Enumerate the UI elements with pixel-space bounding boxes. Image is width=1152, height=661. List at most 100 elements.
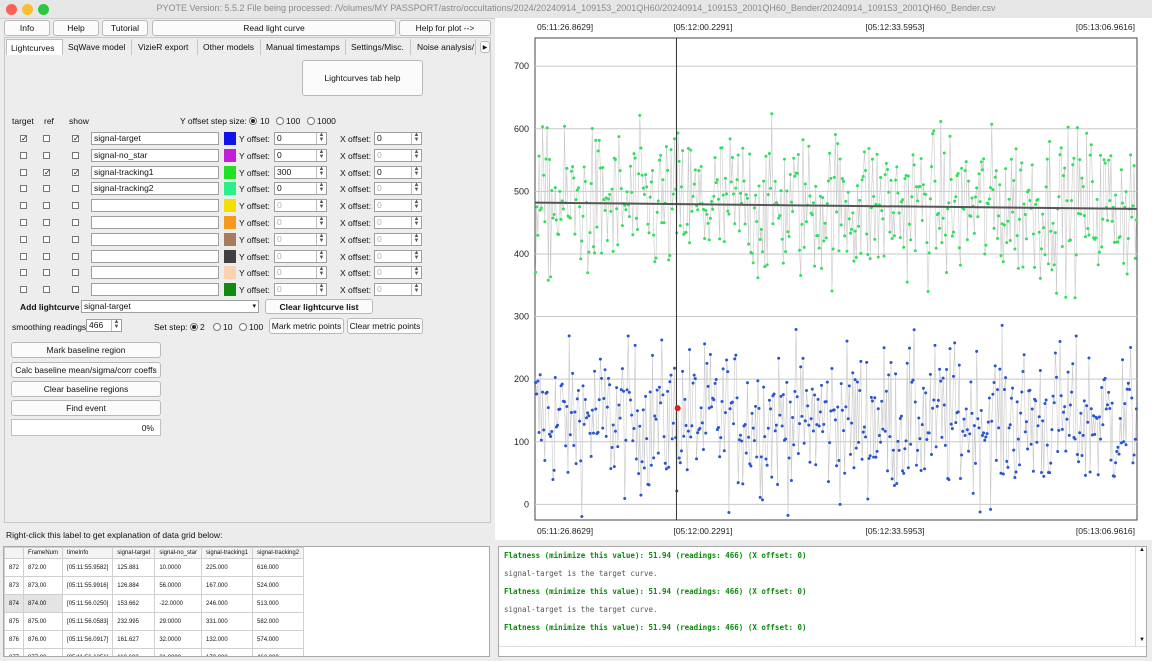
find-event-button[interactable]: Find event [11,400,161,416]
curve-color-swatch[interactable] [224,249,236,263]
y-offset-spinner[interactable]: 0 ▲ ▼ [274,266,327,280]
curve-name-field[interactable] [91,249,219,263]
tab-other-models[interactable]: Other models [199,39,261,55]
spinner-arrows-icon[interactable]: ▲ ▼ [316,216,326,228]
table-cell[interactable]: 21.0000 [154,648,203,656]
table-cell[interactable]: 873.00 [23,576,64,595]
table-cell[interactable]: 225.000 [201,558,254,577]
curve-name-field[interactable]: signal-tracking2 [91,182,219,196]
lightcurves-tab-help-button[interactable]: Lightcurves tab help [302,60,423,96]
clear-lightcurve-list-button[interactable]: Clear lightcurve list [265,299,373,314]
grid-column-header[interactable]: FrameNum [23,547,64,559]
show-checkbox[interactable] [72,286,79,294]
info-button[interactable]: Info [4,20,50,36]
ref-checkbox[interactable] [43,219,50,226]
spinner-arrows-icon[interactable]: ▲ ▼ [316,166,326,178]
tab-manual-timestamps[interactable]: Manual timestamps [262,39,346,55]
table-cell[interactable]: 876.00 [23,630,64,649]
spinner-arrows-icon[interactable]: ▲ ▼ [316,233,326,245]
show-checkbox[interactable]: ✓ [72,135,80,143]
spinner-arrows-icon[interactable]: ▲ ▼ [316,199,326,212]
spinner-arrows-icon[interactable]: ▲ ▼ [411,149,421,161]
read-light-curve-button[interactable]: Read light curve [152,20,396,36]
table-cell[interactable]: [05:11:55.9582] [62,558,114,577]
spinner-arrows-icon[interactable]: ▲ ▼ [411,166,421,178]
target-checkbox[interactable] [20,168,27,176]
x-offset-spinner[interactable]: 0 ▲ ▼ [374,283,422,297]
spinner-arrows-icon[interactable]: ▲ ▼ [316,182,326,195]
spinner-arrows-icon[interactable]: ▲ ▼ [316,132,326,144]
ref-checkbox[interactable] [43,269,50,277]
y-offset-spinner[interactable]: 0 ▲ ▼ [274,148,327,162]
ref-checkbox[interactable] [43,235,50,243]
grid-column-header[interactable]: signal-target [112,547,156,559]
output-log[interactable]: Flatness (minimize this value): 51.94 (r… [498,546,1147,657]
tab-sqwave-model[interactable]: SqWave model [64,39,132,55]
spinner-arrows-icon[interactable]: ▲ ▼ [411,250,421,262]
table-row[interactable]: 877877.00[05:11:56.1251]110.60221.000017… [4,648,305,656]
target-checkbox[interactable] [20,235,27,243]
x-offset-spinner[interactable]: 0 ▲ ▼ [374,182,422,196]
ref-checkbox[interactable] [43,135,50,142]
x-offset-spinner[interactable]: 0 ▲ ▼ [374,165,422,179]
data-grid-hint[interactable]: Right-click this label to get explanatio… [6,530,222,540]
target-checkbox[interactable]: ✓ [20,135,28,143]
y-step-100-radio[interactable] [276,117,284,125]
curve-color-swatch[interactable] [224,132,236,145]
tab-noise-analysis[interactable]: Noise analysis/ [413,39,476,55]
show-checkbox[interactable] [72,219,79,226]
mark-metric-points-button[interactable]: Mark metric points [269,318,344,334]
ref-checkbox[interactable] [43,286,50,294]
curve-color-swatch[interactable] [224,216,236,229]
lightcurve-chart[interactable]: 0 100 200 300 400 500 600 700 05:11:26.8629] [05:… [495,18,1152,540]
y-offset-spinner[interactable]: 0 ▲ ▼ [274,132,327,145]
ref-checkbox[interactable] [43,202,50,210]
grid-column-header[interactable]: signal-no_star [154,547,203,559]
target-checkbox[interactable] [20,202,27,210]
y-step-1000-radio[interactable] [307,117,315,125]
curve-color-swatch[interactable] [224,283,236,297]
table-cell[interactable]: 246.000 [201,594,254,613]
data-grid[interactable]: FrameNum timeInfo signal-target signal-no_s… [3,546,490,657]
log-hscrollbar[interactable] [499,646,1146,656]
spinner-arrows-icon[interactable]: ▲ ▼ [316,250,326,262]
x-offset-spinner[interactable]: 0 ▲ ▼ [374,266,422,280]
ref-checkbox[interactable] [43,252,50,260]
table-cell[interactable]: 574.000 [252,630,305,649]
ref-checkbox[interactable] [43,151,50,159]
x-offset-spinner[interactable]: 0 ▲ ▼ [374,148,422,162]
spinner-arrows-icon[interactable]: ▲ ▼ [411,233,421,245]
show-checkbox[interactable] [72,185,79,193]
table-row[interactable]: 872 872.00 [05:11:55.9582] 125.881 10.0000 22… [4,558,305,577]
y-offset-spinner[interactable]: 0 ▲ ▼ [274,283,327,297]
table-cell[interactable]: 877.00 [23,648,64,656]
table-cell[interactable]: [05:11:56.0583] [62,612,114,631]
target-checkbox[interactable] [20,185,27,193]
target-checkbox[interactable] [20,286,27,294]
curve-name-field[interactable]: signal-target [91,132,219,145]
curve-name-field[interactable]: signal-no_star [91,148,219,162]
ref-checkbox[interactable] [43,185,50,193]
table-cell[interactable]: [05:11:56.0917] [62,630,114,649]
row-header[interactable]: 873 [4,576,25,595]
table-cell[interactable]: 331.000 [201,612,254,631]
table-cell[interactable]: 462.000 [252,648,305,656]
spinner-arrows-icon[interactable]: ▲ ▼ [316,283,326,296]
show-checkbox[interactable] [72,235,79,243]
clear-metric-points-button[interactable]: Clear metric points [347,318,423,334]
curve-color-swatch[interactable] [224,232,236,246]
y-offset-spinner[interactable]: 300 ▲ ▼ [274,165,327,179]
table-cell[interactable]: 170.000 [201,648,254,656]
set-step-10-radio[interactable] [213,323,221,331]
table-cell[interactable]: 872.00 [23,558,64,577]
table-row[interactable]: 873 873.00 [05:11:55.9916] 126.884 56.0000 16… [4,576,305,595]
spinner-arrows-icon[interactable]: ▲ ▼ [316,266,326,279]
tutorial-button[interactable]: Tutorial [102,20,148,36]
row-header[interactable]: 872 [4,558,25,577]
table-cell[interactable]: 132.000 [201,630,254,649]
set-step-2-radio[interactable] [190,323,198,331]
table-cell[interactable]: 582.000 [252,612,305,631]
spinner-arrows-icon[interactable]: ▲ ▼ [411,199,421,212]
lightcurve-plot-area[interactable]: 0 100 200 300 400 500 600 700 05:11:26.8629] [05:… [495,18,1152,540]
y-offset-spinner[interactable]: 0 ▲ ▼ [274,216,327,229]
